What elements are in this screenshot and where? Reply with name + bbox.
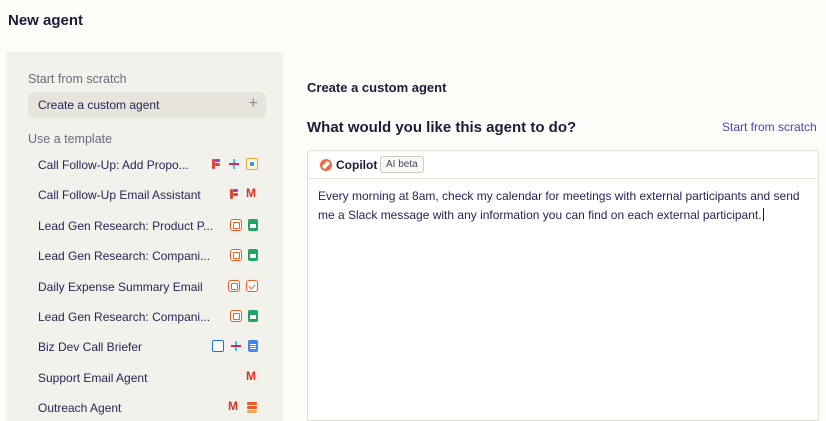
template-app-icons — [228, 399, 258, 413]
template-item-label: Support Email Agent — [38, 370, 148, 385]
template-item[interactable]: Lead Gen Research: Product P... — [28, 213, 266, 239]
template-app-icons — [228, 186, 258, 200]
gmail-icon — [246, 369, 258, 383]
template-app-icons — [210, 158, 258, 170]
template-app-icons — [246, 369, 258, 383]
section-label-scratch: Start from scratch — [28, 72, 127, 86]
copilot-card: Copilot AI beta Every morning at 8am, ch… — [307, 150, 819, 421]
zapier-icon — [230, 218, 242, 231]
main-question: What would you like this agent to do? — [307, 119, 577, 136]
template-app-icons — [228, 279, 258, 292]
template-item-label: Outreach Agent — [38, 401, 122, 416]
template-item[interactable]: Daily Expense Summary Email — [28, 274, 266, 300]
docs-icon — [248, 340, 258, 353]
prompt-text: Every morning at 8am, check my calendar … — [318, 189, 800, 222]
template-item[interactable]: Lead Gen Research: Compani... — [28, 304, 266, 330]
template-item[interactable]: Call Follow-Up Email Assistant — [28, 182, 266, 208]
template-item-label: Lead Gen Research: Compani... — [38, 310, 211, 324]
sidebar-item-label: Create a custom agent — [38, 98, 160, 112]
template-item-label: Lead Gen Research: Compani... — [38, 249, 211, 264]
copilot-icon — [320, 159, 332, 171]
forms-icon — [210, 158, 222, 170]
page-title: New agent — [8, 12, 84, 29]
zapier-icon — [230, 249, 242, 262]
ai-beta-badge: AI beta — [380, 156, 424, 173]
plus-icon: + — [248, 95, 258, 112]
parts-icon — [246, 401, 258, 413]
template-item-label: Biz Dev Call Briefer — [38, 340, 143, 355]
template-app-icons — [212, 340, 258, 353]
template-item-label: Lead Gen Research: Product P... — [38, 218, 214, 233]
copilot-header: Copilot AI beta — [308, 151, 818, 179]
forms-icon — [228, 188, 240, 200]
template-item-label: Daily Expense Summary Email — [38, 279, 203, 294]
gmail-icon — [228, 399, 240, 413]
sheets-icon — [248, 310, 258, 322]
copilot-label: Copilot — [336, 158, 378, 172]
start-from-scratch-link[interactable]: Start from scratch — [722, 120, 817, 134]
template-item[interactable]: Call Follow-Up: Add Propo... — [28, 152, 266, 178]
slack-icon — [228, 158, 240, 170]
template-app-icons — [230, 249, 258, 262]
template-item-label: Call Follow-Up: Add Propo... — [38, 158, 189, 172]
template-item[interactable]: Biz Dev Call Briefer — [28, 334, 266, 360]
sidebar: Start from scratch Create a custom agent… — [6, 52, 283, 421]
main-subtitle: Create a custom agent — [307, 80, 447, 95]
template-app-icons — [230, 310, 258, 322]
template-item[interactable]: Support Email Agent — [28, 365, 266, 391]
sheets-icon — [248, 218, 258, 231]
text-caret — [762, 208, 764, 221]
gmail-icon — [246, 186, 258, 200]
zapier-icon — [230, 310, 242, 322]
sheets-icon — [248, 249, 258, 262]
prompt-textarea[interactable]: Every morning at 8am, check my calendar … — [318, 187, 810, 225]
create-custom-agent-item[interactable]: Create a custom agent + — [28, 92, 266, 118]
outlook-icon — [212, 340, 224, 353]
page-header: New agent — [0, 0, 826, 50]
template-item-label: Call Follow-Up Email Assistant — [38, 188, 201, 203]
template-app-icons — [230, 218, 258, 231]
zapier-icon — [228, 279, 240, 292]
slack-icon — [230, 340, 242, 352]
section-label-template: Use a template — [28, 132, 113, 146]
template-item[interactable]: Outreach Agent — [28, 395, 266, 421]
timer-icon — [246, 158, 258, 170]
email-icon — [246, 279, 258, 292]
main-panel: Create a custom agent What would you lik… — [283, 52, 826, 421]
template-item[interactable]: Lead Gen Research: Compani... — [28, 243, 266, 269]
